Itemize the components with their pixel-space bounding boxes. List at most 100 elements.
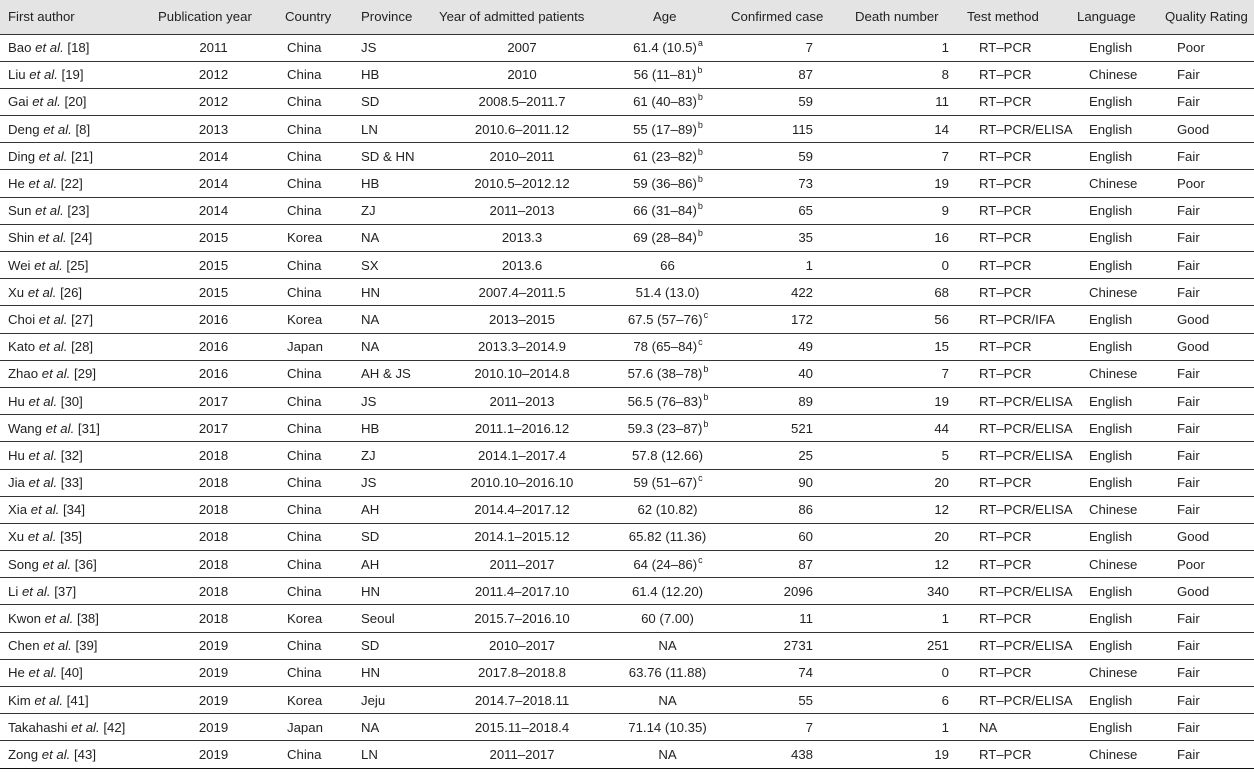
cell-province: ZJ [353,441,431,470]
cell-province: Jeju [353,686,431,715]
cell-language: English [1069,251,1157,280]
author-etal: et al. [32,94,61,110]
cell-year-admitted: 2013.3 [431,224,613,253]
cell-quality-rating: Poor [1157,34,1254,62]
cell-year-admitted: 2014.4–2017.12 [431,496,613,524]
author-ref: [29] [74,366,96,382]
author-name: He [8,176,25,192]
cell-death-number: 9 [847,197,959,225]
cell-publication-year: 2012 [150,88,277,117]
cell-quality-rating: Fair [1157,197,1254,225]
cell-confirmed-case: 35 [723,224,847,253]
age-value: 61.4 (10.5) [633,40,697,56]
author-etal: et al. [38,339,68,355]
author-ref: [25] [66,257,89,273]
cell-year-admitted: 2015.7–2016.10 [431,604,613,633]
age-value: 61.4 (12.20) [631,583,704,599]
cell-age: 61 (40–83)b [613,88,723,117]
cell-confirmed-case: 422 [723,278,847,307]
cell-year-admitted: 2010 [431,61,613,89]
cell-confirmed-case: 87 [723,61,847,89]
age-footnote: b [697,119,703,130]
cell-publication-year: 2019 [150,632,277,660]
cell-first-author: Wang et al. [31] [0,414,150,443]
cell-year-admitted: 2013–2015 [431,305,613,334]
cell-death-number: 11 [847,88,959,117]
cell-age: 64 (24–86)c [613,550,723,579]
cell-publication-year: 2016 [150,333,277,361]
author-ref: [26] [60,284,83,300]
cell-year-admitted: 2017.8–2018.8 [431,659,613,688]
cell-year-admitted: 2010.10–2016.10 [431,469,613,497]
cell-confirmed-case: 55 [723,686,847,715]
age-footnote: c [703,309,709,320]
cell-death-number: 1 [847,604,959,633]
author-ref: [38] [76,611,99,627]
cell-test-method: RT–PCR [959,360,1069,388]
table-row: Ding et al. [21] 2014 China SD & HN 2010–201… [0,142,1254,171]
author-name: Sun [8,203,32,219]
cell-language: English [1069,604,1157,633]
author-name: Xu [8,284,25,300]
cell-province: LN [353,115,431,144]
cell-year-admitted: 2011.4–2017.10 [431,577,613,606]
cell-publication-year: 2018 [150,523,277,552]
author-etal: et al. [42,556,72,572]
cell-age: 51.4 (13.0) [613,278,723,307]
cell-age: 65.82 (11.36) [613,523,723,552]
cell-country: China [277,88,353,117]
cell-age: 66 [613,251,723,280]
header-first-author: First author [0,0,150,35]
age-footnote: b [703,364,709,375]
cell-first-author: Xia et al. [34] [0,496,150,524]
cell-test-method: RT–PCR/ELISA [959,441,1073,470]
cell-province: AH [353,496,431,524]
cell-year-admitted: 2011–2017 [431,740,613,769]
cell-publication-year: 2012 [150,61,277,89]
age-value: 61 (40–83) [633,94,697,110]
author-etal: et al. [35,40,64,56]
author-name: Chen [8,638,40,654]
author-ref: [36] [74,556,97,572]
cell-language: English [1069,387,1157,416]
cell-language: English [1069,632,1157,660]
cell-age: 78 (65–84)c [613,333,723,361]
cell-province: ZJ [353,197,431,225]
cell-age: 63.76 (11.88) [613,659,723,688]
cell-test-method: RT–PCR/ELISA [959,496,1073,524]
cell-language: Chinese [1069,169,1157,198]
table-row: Wang et al. [31] 2017 China HB 2011.1–2016.1… [0,414,1254,443]
table-row: Sun et al. [23] 2014 China ZJ 2011–2013 66 (3… [0,197,1254,225]
author-ref: [28] [71,339,94,355]
cell-age: 56 (11–81)b [613,61,723,89]
cell-quality-rating: Fair [1157,360,1254,388]
cell-first-author: Gai et al. [20] [0,88,150,117]
author-etal: et al. [34,692,63,708]
age-value: 69 (28–84) [633,230,697,246]
author-name: Kwon [8,611,41,627]
cell-test-method: RT–PCR [959,604,1069,633]
cell-province: NA [353,713,431,742]
author-name: Jia [8,475,25,491]
age-value: 63.76 (11.88) [628,665,707,681]
author-ref: [30] [60,393,83,409]
cell-country: Korea [277,224,353,253]
cell-language: English [1069,333,1157,361]
cell-year-admitted: 2013.3–2014.9 [431,333,613,361]
cell-year-admitted: 2007.4–2011.5 [431,278,613,307]
cell-province: Seoul [353,604,431,633]
author-etal: et al. [29,67,58,83]
cell-test-method: RT–PCR [959,740,1069,769]
age-footnote: a [697,38,703,49]
cell-test-method: RT–PCR [959,523,1069,552]
cell-confirmed-case: 2096 [723,577,847,606]
author-etal: et al. [43,638,72,654]
cell-year-admitted: 2010–2011 [431,142,613,171]
cell-year-admitted: 2007 [431,34,613,62]
cell-province: HN [353,659,431,688]
cell-country: China [277,142,353,171]
author-etal: et al. [35,203,64,219]
age-value: 60 (7.00) [641,611,694,627]
cell-age: 55 (17–89)b [613,115,723,144]
cell-age: 59 (36–86)b [613,169,723,198]
